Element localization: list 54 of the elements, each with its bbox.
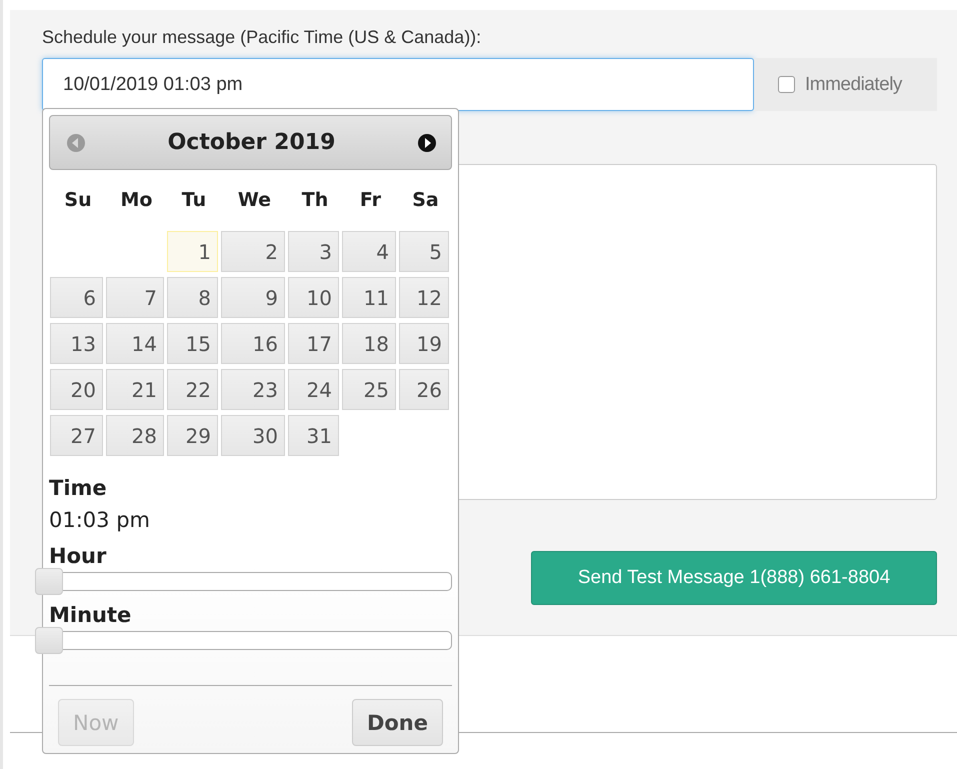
time-label: Time [49, 476, 108, 500]
calendar-day[interactable]: 4 [342, 231, 396, 272]
calendar-day[interactable]: 19 [399, 323, 449, 364]
checkbox-icon[interactable] [778, 76, 795, 93]
calendar-day[interactable]: 31 [288, 415, 339, 456]
calendar-day[interactable]: 22 [167, 369, 218, 410]
calendar-day[interactable]: 25 [342, 369, 396, 410]
calendar-day[interactable]: 15 [167, 323, 218, 364]
slider[interactable] [35, 568, 452, 595]
calendar-day[interactable]: 11 [342, 277, 396, 318]
calendar-day[interactable]: 6 [50, 277, 103, 318]
weekday-label: We [236, 188, 272, 213]
weekday-label: Mo [120, 188, 154, 213]
date-time-field[interactable]: 10/01/2019 01:03 pm [42, 58, 754, 111]
slider-label: Minute [49, 603, 132, 627]
calendar-day[interactable]: 10 [288, 277, 339, 318]
calendar-day[interactable]: 8 [167, 277, 218, 318]
calendar-day[interactable]: 13 [50, 323, 103, 364]
calendar-day[interactable]: 20 [50, 369, 103, 410]
schedule-label: Schedule your message (Pacific Time (US & Canada)): [42, 27, 482, 48]
immediately-label: Immediately [805, 74, 902, 96]
weekday-label: Th [300, 188, 330, 213]
calendar-day[interactable]: 18 [342, 323, 396, 364]
calendar-day[interactable]: 9 [221, 277, 285, 318]
slider[interactable] [35, 627, 452, 654]
calendar-day[interactable]: 28 [106, 415, 164, 456]
next-month-icon[interactable] [416, 132, 437, 152]
calendar-day[interactable]: 2 [221, 231, 285, 272]
calendar-day[interactable]: 7 [106, 277, 164, 318]
calendar-day[interactable]: 17 [288, 323, 339, 364]
slider-thumb[interactable] [35, 627, 63, 654]
calendar-day[interactable]: 30 [221, 415, 285, 456]
calendar-day[interactable]: 3 [288, 231, 339, 272]
time-value: 01:03 pm [49, 508, 151, 532]
calendar-day[interactable]: 24 [288, 369, 339, 410]
slider-label: Hour [49, 544, 108, 568]
calendar-day[interactable]: 5 [399, 231, 449, 272]
calendar-day[interactable]: 26 [399, 369, 449, 410]
weekday-label: Sa [411, 188, 440, 213]
calendar-day[interactable]: 1 [167, 231, 218, 272]
done-button[interactable]: Done [352, 699, 443, 746]
calendar-day[interactable]: 12 [399, 277, 449, 318]
calendar-day[interactable]: 27 [50, 415, 103, 456]
slider-thumb[interactable] [35, 568, 63, 595]
calendar-day[interactable]: 29 [167, 415, 218, 456]
calendar-day[interactable]: 16 [221, 323, 285, 364]
weekday-label: Su [63, 188, 93, 213]
weekday-label: Tu [180, 188, 208, 213]
immediately-checkbox[interactable]: Immediately [754, 58, 937, 111]
calendar-day[interactable]: 21 [106, 369, 164, 410]
calendar-day[interactable]: 23 [221, 369, 285, 410]
weekday-label: Fr [358, 188, 382, 213]
calendar-day[interactable]: 14 [106, 323, 164, 364]
month-title: October 2019 [168, 130, 336, 155]
